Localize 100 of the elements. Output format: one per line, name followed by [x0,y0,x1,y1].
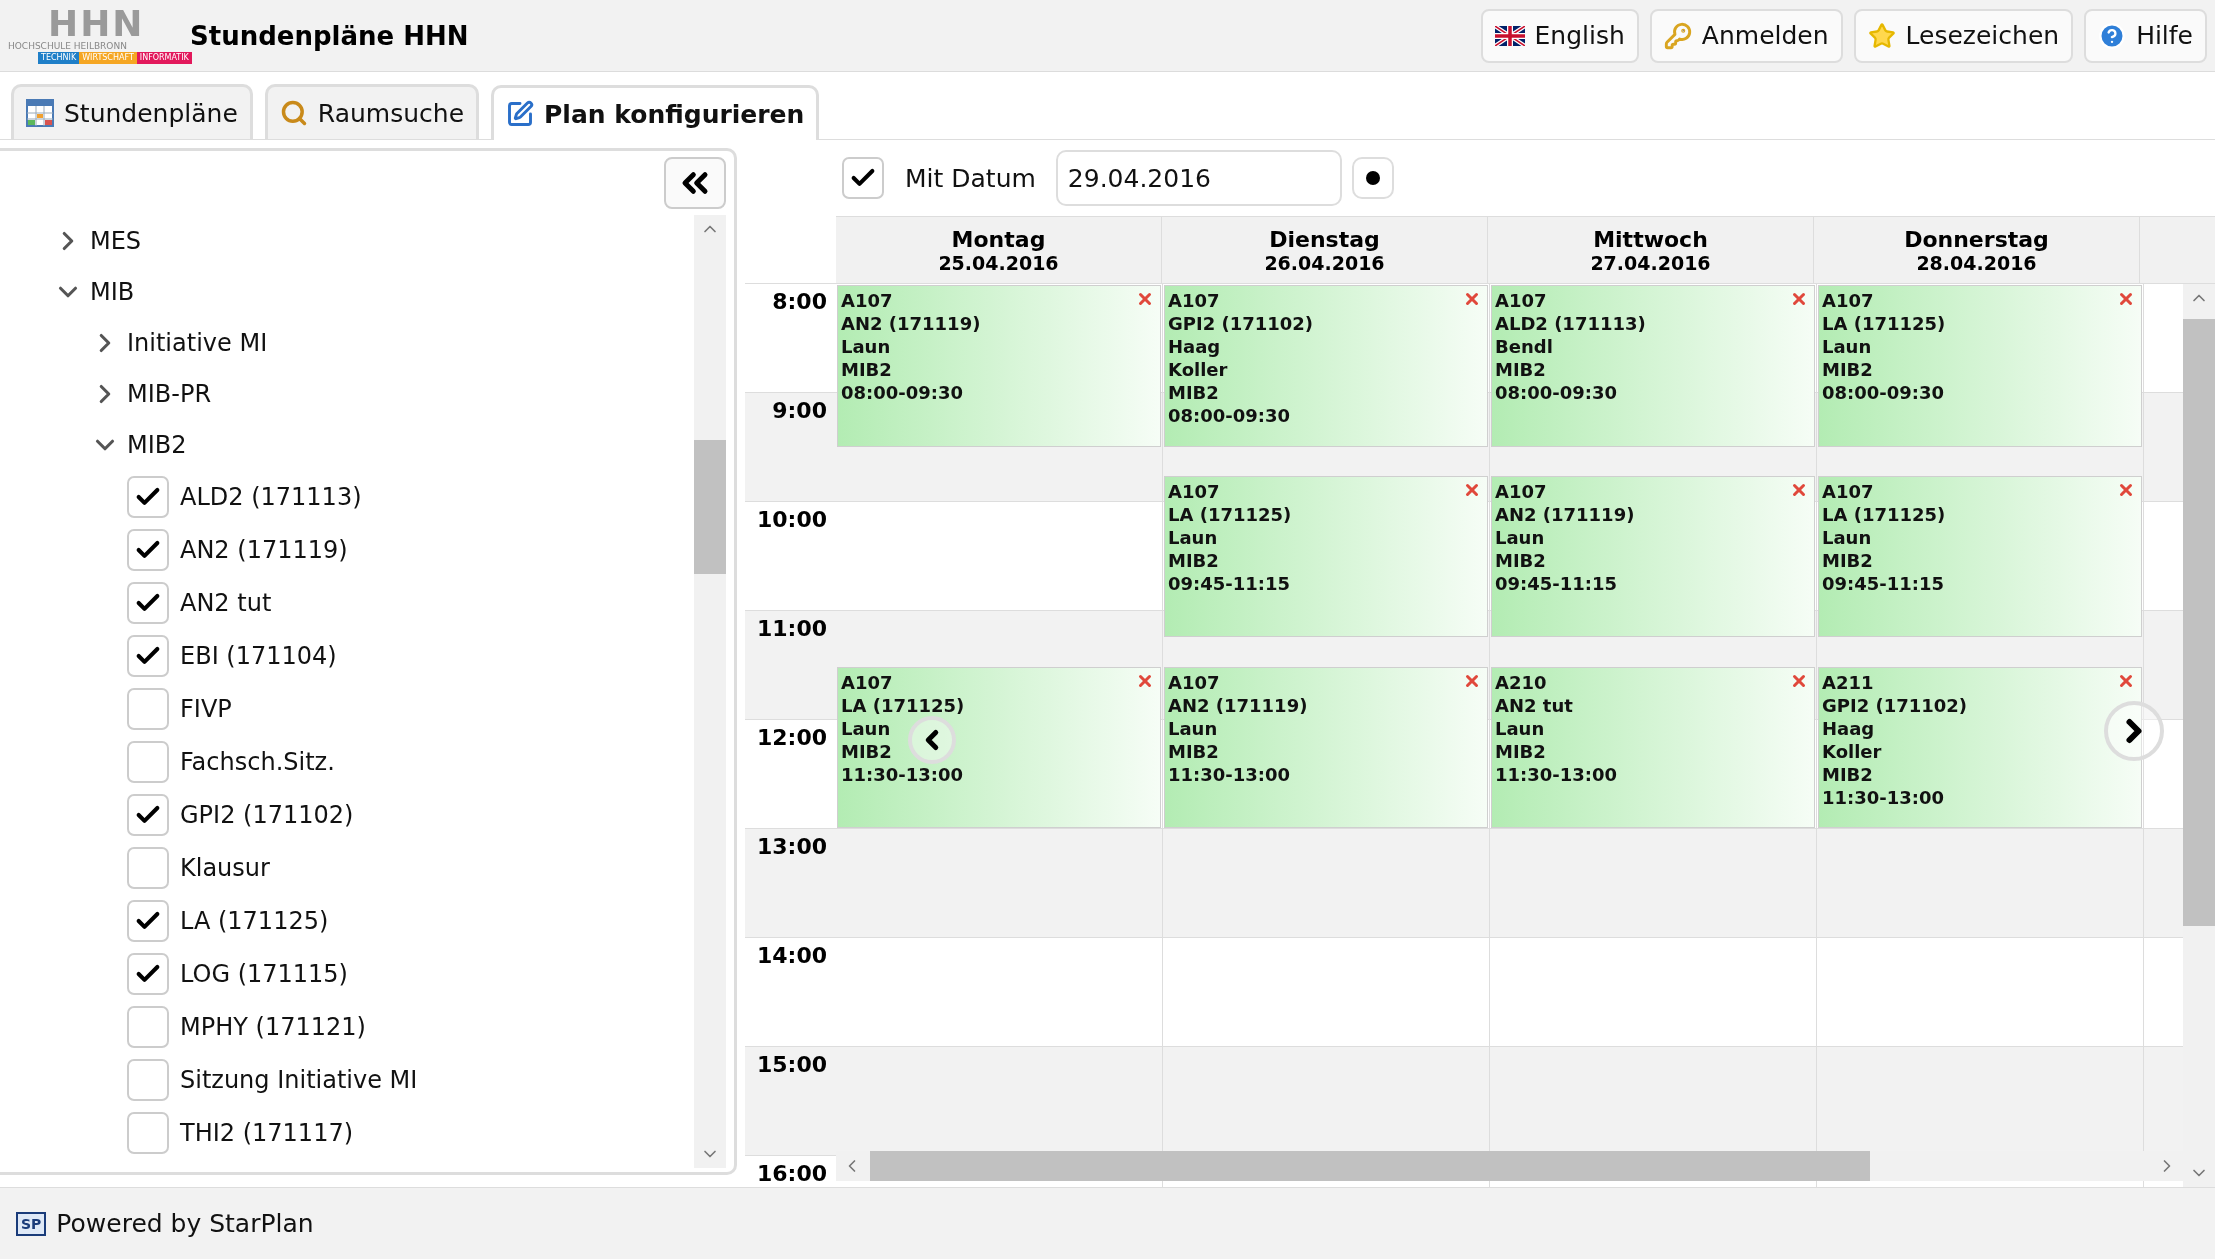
event-course: AN2 (171119) [841,312,981,335]
event-group: MIB2 [841,358,892,381]
app-logo: SP [16,1211,47,1236]
event-room: A211 [1822,670,1874,694]
course-label: ALD2 (171113) [180,482,362,511]
tree-item[interactable]: Initiative MI [127,328,268,357]
event-lecturer: Koller [1822,739,1882,763]
event-time: 11:30-13:00 [1168,762,1291,786]
logo-letters: HHN [48,7,145,40]
event-lecturer: Laun [841,716,891,740]
remove-icon[interactable] [1790,290,1808,308]
faculty-label: INFORMATIK [136,51,192,64]
event-card[interactable]: A107 GPI2 (171102) Haag Koller MIB2 08:00-09:30 [1164,285,1488,447]
remove-icon[interactable] [2117,290,2135,308]
event-room: A107 [1822,479,1874,503]
scroll-thumb[interactable] [694,440,726,574]
time-label: 12:00 [756,726,827,750]
previous-button[interactable] [908,716,956,764]
event-course: AN2 (171119) [1495,502,1635,526]
event-room: A107 [1822,289,1874,312]
event-card[interactable]: A107 LA (171125) Laun MIB2 08:00-09:30 [1818,285,2142,447]
event-card[interactable]: A211 GPI2 (171102) Haag Koller MIB2 11:30-13:00 [1818,666,2142,828]
time-label: 15:00 [756,1053,827,1077]
checkbox[interactable] [842,157,884,199]
time-label: 9:00 [772,399,827,423]
event-group: MIB2 [1822,762,1873,786]
scrollbar[interactable] [694,215,726,1168]
checkbox[interactable] [127,793,169,836]
event-lecturer: Laun [1495,525,1545,549]
scroll-thumb[interactable] [870,1151,1870,1181]
scrollbar[interactable] [836,1151,2183,1181]
checkbox[interactable] [127,899,169,942]
day-date: 27.04.2016 [1590,251,1711,274]
event-group: MIB2 [841,739,892,763]
checkbox[interactable] [127,952,169,995]
event-time: 09:45-11:15 [1168,571,1291,595]
search-icon [279,99,308,127]
event-lecturer: Laun [1822,335,1872,358]
checkbox[interactable] [127,1005,169,1048]
event-course: LA (171125) [1822,502,1946,526]
edit-icon [506,100,534,128]
today-button[interactable] [1351,157,1394,199]
event-room: A107 [1168,670,1220,694]
event-time: 08:00-09:30 [841,381,964,404]
event-room: A107 [1168,479,1220,503]
timetable-icon [26,99,54,127]
tree-item[interactable]: MIB-PR [127,379,212,408]
event-card[interactable]: A107 ALD2 (171113) Bendl MIB2 08:00-09:30 [1491,285,1815,447]
scrollbar[interactable] [2183,284,2215,1187]
key-icon [1663,21,1692,50]
event-room: A210 [1495,670,1547,694]
tab[interactable]: Plan konfigurieren [491,85,820,140]
header-button[interactable]: Hilfe [2084,8,2207,63]
remove-icon[interactable] [1463,290,1481,308]
course-label: LOG (171115) [180,959,348,988]
event-course: GPI2 (171102) [1822,693,1968,717]
tree-item[interactable]: MIB [90,277,135,306]
event-time: 08:00-09:30 [1822,381,1945,404]
checkbox[interactable] [127,528,169,571]
checkbox[interactable] [127,740,169,783]
event-card[interactable]: A107 AN2 (171119) Laun MIB2 08:00-09:30 [837,285,1161,447]
event-lecturer: Haag [1168,335,1221,358]
event-course: AN2 (171119) [1168,693,1308,717]
header-button[interactable]: Lesezeichen [1853,8,2074,63]
tab[interactable]: Stundenpläne [11,84,253,139]
course-label: Klausur [180,853,270,882]
event-time: 11:30-13:00 [841,762,964,786]
collapse-button[interactable] [664,157,726,209]
tree-item[interactable]: MIB2 [127,430,187,459]
day-name: Donnerstag [1904,226,2049,252]
checkbox[interactable] [127,1111,169,1154]
remove-icon[interactable] [1136,290,1154,308]
checkbox[interactable] [127,475,169,518]
event-card[interactable]: A107 AN2 (171119) Laun MIB2 09:45-11:15 [1491,475,1815,638]
event-course: LA (171125) [841,693,965,717]
course-label: LA (171125) [180,906,329,935]
event-card[interactable]: A107 LA (171125) Laun MIB2 09:45-11:15 [1818,475,2142,638]
faculty-label: WIRTSCHAFT [79,51,137,64]
event-lecturer: Laun [1168,525,1218,549]
course-label: EBI (171104) [180,641,337,670]
event-group: MIB2 [1168,548,1219,572]
checkbox[interactable] [127,846,169,889]
event-card[interactable]: A210 AN2 tut Laun MIB2 11:30-13:00 [1491,666,1815,828]
event-card[interactable]: A107 AN2 (171119) Laun MIB2 11:30-13:00 [1164,666,1488,828]
course-label: Sitzung Initiative MI [180,1065,418,1094]
event-card[interactable]: A107 LA (171125) Laun MIB2 09:45-11:15 [1164,475,1488,638]
header-button[interactable]: Anmelden [1649,8,1843,63]
tree-item[interactable]: MES [90,226,142,255]
checkbox[interactable] [127,581,169,624]
checkbox[interactable] [127,687,169,730]
checkbox[interactable] [127,1058,169,1101]
event-card[interactable]: A107 LA (171125) Laun MIB2 11:30-13:00 [837,666,1161,828]
header-button[interactable]: English [1480,8,1639,63]
event-course: GPI2 (171102) [1168,312,1314,335]
tab[interactable]: Raumsuche [264,84,479,139]
course-label: AN2 (171119) [180,535,348,564]
event-group: MIB2 [1168,381,1219,404]
date-field[interactable]: 29.04.2016 [1055,150,1342,206]
scroll-thumb[interactable] [2183,319,2215,926]
checkbox[interactable] [127,634,169,677]
